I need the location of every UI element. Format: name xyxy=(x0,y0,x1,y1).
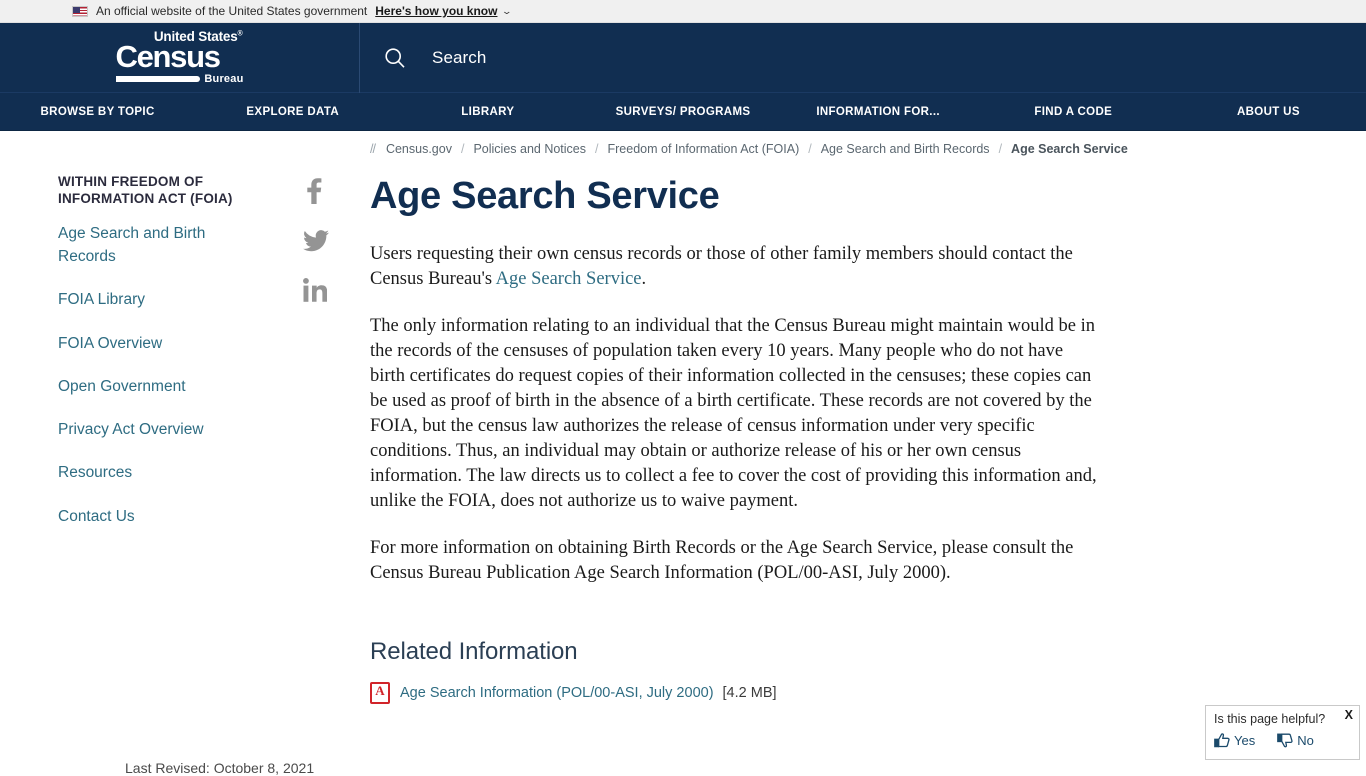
breadcrumb-item-policies-and-notices[interactable]: Policies and Notices xyxy=(473,142,586,156)
age-search-service-link[interactable]: Age Search Service xyxy=(496,269,642,289)
sidebar-item-open-government[interactable]: Open Government xyxy=(58,375,258,398)
masthead: United States® Census Bureau Search xyxy=(0,23,1366,93)
body-paragraph-2: The only information relating to an indi… xyxy=(370,314,1102,514)
sidebar-item-resources[interactable]: Resources xyxy=(58,461,258,484)
breadcrumb-separator: / xyxy=(461,142,464,156)
sidebar-item-contact-us[interactable]: Contact Us xyxy=(58,505,258,528)
logo-census-word: Census xyxy=(116,42,244,72)
sidebar-title: Within Freedom of Information Act (FOIA) xyxy=(58,174,263,208)
sidebar-item-age-search-and-birth-records[interactable]: Age Search and Birth Records xyxy=(58,222,258,269)
chevron-down-icon[interactable]: ⌄ xyxy=(502,6,513,17)
nav-item-library[interactable]: LIBRARY xyxy=(390,106,585,118)
last-revised-text: Last Revised: October 8, 2021 xyxy=(125,760,314,776)
body-paragraph-3: For more information on obtaining Birth … xyxy=(370,536,1102,586)
search-box[interactable]: Search xyxy=(360,45,486,71)
logo-rule xyxy=(116,76,201,82)
linkedin-icon[interactable] xyxy=(303,278,337,306)
feedback-buttons: Yes No xyxy=(1214,733,1351,748)
nav-item-surveys-programs[interactable]: SURVEYS/ PROGRAMS xyxy=(585,106,780,118)
nav-item-explore-data[interactable]: EXPLORE DATA xyxy=(195,106,390,118)
logo-bottom-row: Bureau xyxy=(116,74,244,85)
breadcrumb-separator: / xyxy=(808,142,811,156)
social-share-bar xyxy=(303,178,337,328)
breadcrumb-prefix: // xyxy=(370,142,375,156)
thumbs-up-icon xyxy=(1214,733,1230,748)
nav-item-about-us[interactable]: ABOUT US xyxy=(1171,106,1366,118)
thumbs-down-icon xyxy=(1277,733,1293,748)
census-bureau-logo[interactable]: United States® Census Bureau xyxy=(116,30,244,85)
page-feedback-widget: X Is this page helpful? Yes No xyxy=(1205,705,1360,760)
sidebar-item-foia-library[interactable]: FOIA Library xyxy=(58,288,258,311)
breadcrumb: // Census.gov / Policies and Notices / F… xyxy=(0,131,1366,156)
breadcrumb-current-page: Age Search Service xyxy=(1011,142,1128,156)
intro-text-before: Users requesting their own census record… xyxy=(370,244,1073,289)
search-input[interactable]: Search xyxy=(432,48,486,68)
breadcrumb-item-foia[interactable]: Freedom of Information Act (FOIA) xyxy=(608,142,800,156)
page-title: Age Search Service xyxy=(370,176,1130,218)
nav-item-browse-by-topic[interactable]: BROWSE BY TOPIC xyxy=(0,106,195,118)
sidebar-item-privacy-act-overview[interactable]: Privacy Act Overview xyxy=(58,418,258,441)
logo-registered-mark: ® xyxy=(238,31,243,38)
main-content: Age Search Service Users requesting thei… xyxy=(370,156,1130,704)
breadcrumb-separator: / xyxy=(999,142,1002,156)
nav-item-find-a-code[interactable]: FIND A CODE xyxy=(976,106,1171,118)
sidebar-item-foia-overview[interactable]: FOIA Overview xyxy=(58,332,258,355)
usa-official-banner: An official website of the United States… xyxy=(0,0,1366,23)
logo-container: United States® Census Bureau xyxy=(0,23,360,93)
nav-item-information-for[interactable]: INFORMATION FOR... xyxy=(781,106,976,118)
logo-bureau-word: Bureau xyxy=(204,74,243,85)
related-document-size: [4.2 MB] xyxy=(723,685,777,701)
breadcrumb-item-census-gov[interactable]: Census.gov xyxy=(386,142,452,156)
page-layout: Within Freedom of Information Act (FOIA)… xyxy=(0,156,1366,704)
intro-text-after: . xyxy=(642,269,647,289)
us-flag-icon xyxy=(72,6,88,17)
feedback-question: Is this page helpful? xyxy=(1214,713,1351,727)
heres-how-you-know-link[interactable]: Here's how you know xyxy=(375,4,497,18)
facebook-icon[interactable] xyxy=(303,178,337,208)
pdf-icon xyxy=(370,682,390,704)
feedback-no-label: No xyxy=(1297,733,1314,748)
banner-text: An official website of the United States… xyxy=(96,4,367,18)
related-document-link[interactable]: Age Search Information (POL/00-ASI, July… xyxy=(400,685,714,701)
sidebar: Within Freedom of Information Act (FOIA)… xyxy=(0,156,370,704)
twitter-icon[interactable] xyxy=(303,230,337,256)
search-icon[interactable] xyxy=(382,45,408,71)
breadcrumb-separator: / xyxy=(595,142,598,156)
feedback-no-button[interactable]: No xyxy=(1277,733,1314,748)
feedback-yes-label: Yes xyxy=(1234,733,1255,748)
feedback-yes-button[interactable]: Yes xyxy=(1214,733,1255,748)
related-document-row: Age Search Information (POL/00-ASI, July… xyxy=(370,682,1130,704)
related-information-heading: Related Information xyxy=(370,638,1130,666)
breadcrumb-item-age-search-and-birth-records[interactable]: Age Search and Birth Records xyxy=(821,142,990,156)
intro-paragraph: Users requesting their own census record… xyxy=(370,242,1102,292)
close-icon[interactable]: X xyxy=(1345,708,1353,722)
primary-navigation: BROWSE BY TOPIC EXPLORE DATA LIBRARY SUR… xyxy=(0,93,1366,131)
